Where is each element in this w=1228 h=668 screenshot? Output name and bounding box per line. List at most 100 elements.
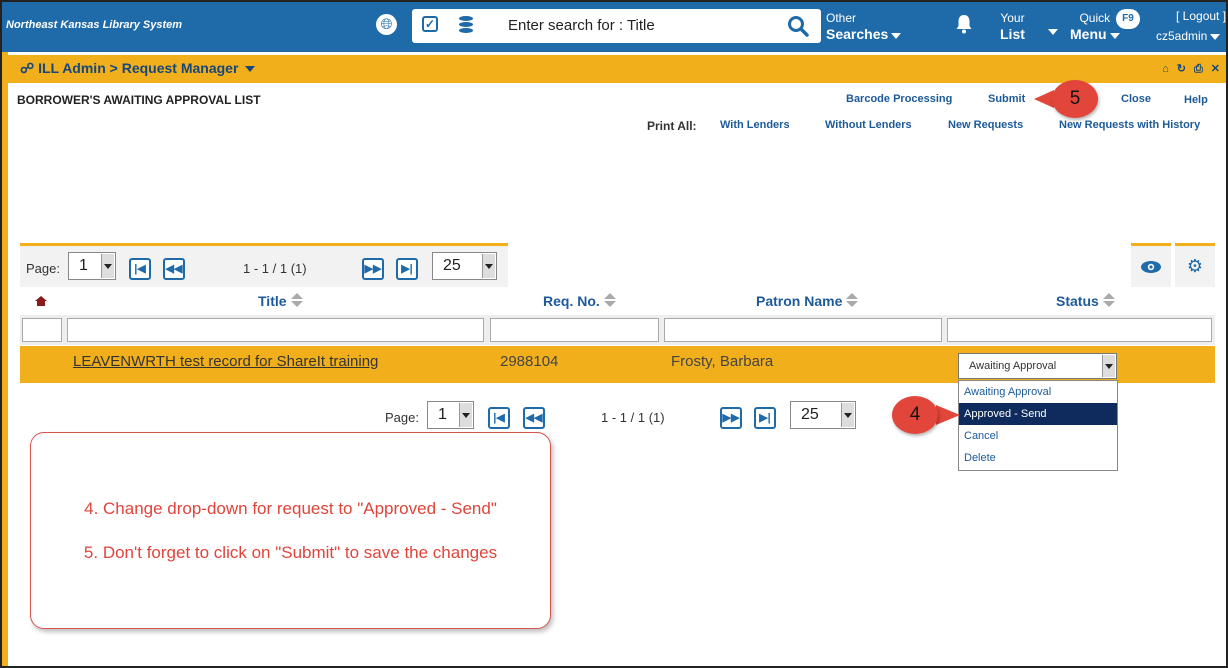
first-page-icon[interactable]: |◀ [129, 258, 151, 280]
per-page-select-top[interactable]: 25 [432, 252, 497, 280]
top-navigation-bar: Northeast Kansas Library System 🌐︎ ✓ Ent… [0, 0, 1228, 52]
print-without-lenders-link[interactable]: Without Lenders [825, 119, 912, 131]
record-range: 1 - 1 / 1 (1) [243, 261, 307, 276]
instruction-step-4: 4. Change drop-down for request to "Appr… [84, 499, 497, 518]
status-option-cancel[interactable]: Cancel [959, 425, 1117, 447]
refresh-icon[interactable]: ↻ [1177, 63, 1194, 75]
bell-icon[interactable] [955, 14, 973, 34]
help-link[interactable]: Help [1184, 94, 1208, 106]
quick-menu-line2: Menu [1070, 26, 1107, 42]
page-select-bottom[interactable]: 1 [427, 401, 474, 429]
globe-icon[interactable]: 🌐︎ [376, 14, 397, 35]
per-page-value: 25 [443, 257, 461, 274]
link-icon: ☍ [20, 60, 35, 76]
page-label-bottom: Page: [385, 410, 419, 425]
other-searches-line2: Searches [826, 26, 889, 42]
status-option-delete[interactable]: Delete [959, 447, 1117, 469]
breadcrumb: ☍ ILL Admin > Request Manager [20, 60, 256, 77]
next-page-icon[interactable]: ▶▶ [362, 258, 384, 280]
home-icon[interactable]: ⌂ [1162, 63, 1177, 75]
quick-menu-line1: Quick [1079, 11, 1111, 25]
user-menu[interactable]: cz5admin [1156, 28, 1221, 44]
chevron-down-icon [482, 254, 495, 278]
left-accent-strip [0, 52, 8, 668]
last-page-icon[interactable]: ▶| [754, 407, 776, 429]
chevron-down-icon [1210, 33, 1221, 40]
print-new-requests-link[interactable]: New Requests [948, 119, 1023, 131]
home-icon [35, 296, 47, 306]
previous-page-icon[interactable]: ◀◀ [163, 258, 185, 280]
column-patron-label: Patron Name [756, 293, 843, 309]
status-option-awaiting-approval[interactable]: Awaiting Approval [959, 381, 1117, 403]
your-list-menu[interactable]: Your List [1000, 10, 1025, 43]
callout-step-4: 4 [892, 396, 938, 434]
chevron-down-icon[interactable] [1048, 29, 1058, 35]
page-label: Page: [26, 261, 60, 276]
search-input[interactable]: Enter search for : Title [508, 17, 655, 34]
per-page-value-bottom: 25 [801, 406, 819, 423]
filter-req-no-input[interactable] [490, 318, 659, 342]
gear-icon[interactable]: ⚙ [1175, 243, 1215, 287]
column-header-title[interactable]: Title [258, 293, 303, 309]
database-icon[interactable] [459, 16, 473, 34]
per-page-select-bottom[interactable]: 25 [790, 401, 856, 429]
other-searches-line1: Other [826, 11, 857, 25]
breadcrumb-separator: > [109, 60, 118, 76]
filter-patron-input[interactable] [664, 318, 942, 342]
filter-status-input[interactable] [947, 318, 1212, 342]
chevron-down-icon [891, 32, 902, 39]
column-status-label: Status [1056, 293, 1099, 309]
chevron-down-icon [1102, 355, 1115, 377]
your-list-line1: Your [1000, 11, 1025, 25]
checkbox-icon[interactable]: ✓ [422, 16, 438, 32]
column-title-label: Title [258, 293, 287, 309]
eye-icon[interactable] [1131, 243, 1171, 287]
column-header-req-no[interactable]: Req. No. [543, 293, 616, 309]
record-range-bottom: 1 - 1 / 1 (1) [601, 410, 665, 425]
print-new-requests-history-link[interactable]: New Requests with History [1059, 119, 1200, 131]
next-page-icon[interactable]: ▶▶ [720, 407, 742, 429]
page-select-value: 1 [79, 257, 88, 274]
barcode-processing-link[interactable]: Barcode Processing [846, 93, 952, 105]
status-select[interactable]: Awaiting Approval [958, 353, 1117, 379]
search-box[interactable]: ✓ Enter search for : Title [412, 9, 821, 43]
close-link[interactable]: Close [1121, 93, 1151, 105]
print-icon[interactable]: ⎙ [1194, 63, 1211, 75]
previous-page-icon[interactable]: ◀◀ [523, 407, 545, 429]
sort-icon [603, 293, 616, 307]
breadcrumb-ill-admin[interactable]: ILL Admin [38, 60, 106, 76]
status-option-approved-send[interactable]: Approved - Send [959, 403, 1117, 425]
sort-icon [846, 293, 859, 307]
column-header-patron[interactable]: Patron Name [756, 293, 859, 309]
table-header [20, 288, 1215, 315]
search-icon[interactable] [786, 14, 810, 38]
other-searches-menu[interactable]: Other Searches [826, 10, 902, 43]
patron-name: Frosty, Barbara [671, 353, 774, 370]
request-number: 2988104 [500, 353, 559, 370]
print-all-label: Print All: [647, 119, 697, 133]
first-page-icon[interactable]: |◀ [488, 407, 510, 429]
instruction-box: 4. Change drop-down for request to "Appr… [30, 432, 551, 629]
submit-link[interactable]: Submit [988, 93, 1025, 105]
column-header-status[interactable]: Status [1056, 293, 1115, 309]
sort-icon [1102, 293, 1115, 307]
close-icon[interactable]: ✕ [1211, 63, 1220, 75]
app-bar: ☍ ILL Admin > Request Manager ⌂↻⎙✕ [8, 55, 1226, 83]
window-controls: ⌂↻⎙✕ [1162, 62, 1220, 76]
filter-select-column[interactable] [22, 318, 62, 342]
print-with-lenders-link[interactable]: With Lenders [720, 119, 790, 131]
page-select-top[interactable]: 1 [68, 252, 116, 280]
breadcrumb-request-manager[interactable]: Request Manager [122, 60, 239, 76]
page-title: BORROWER'S AWAITING APPROVAL LIST [17, 93, 261, 107]
callout-step-5: 5 [1052, 80, 1098, 118]
filter-title-input[interactable] [67, 318, 484, 342]
chevron-down-icon[interactable] [245, 66, 256, 73]
username: cz5admin [1156, 29, 1208, 43]
logout-link[interactable]: [ Logout ] [1176, 8, 1226, 24]
request-title-link[interactable]: LEAVENWRTH test record for ShareIt train… [73, 353, 378, 370]
column-req-no-label: Req. No. [543, 293, 600, 309]
chevron-down-icon [459, 403, 472, 427]
your-list-line2: List [1000, 26, 1025, 42]
last-page-icon[interactable]: ▶| [396, 258, 418, 280]
quick-menu[interactable]: Quick Menu [1070, 10, 1120, 43]
